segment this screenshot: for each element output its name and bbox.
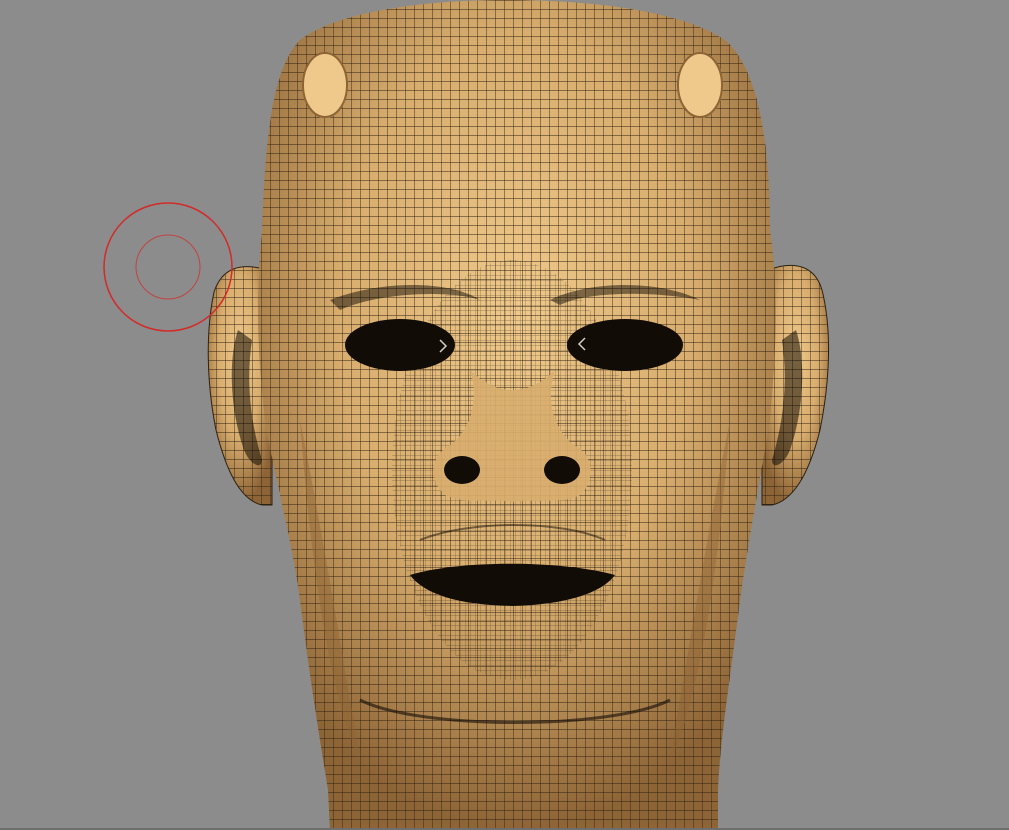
right-eye — [567, 319, 683, 371]
left-eye — [345, 319, 455, 371]
sculpt-viewport[interactable] — [0, 0, 1009, 830]
head-mesh[interactable] — [250, 0, 790, 830]
right-nostril — [544, 456, 580, 484]
left-nostril — [444, 456, 480, 484]
viewport-canvas[interactable] — [0, 0, 1009, 830]
